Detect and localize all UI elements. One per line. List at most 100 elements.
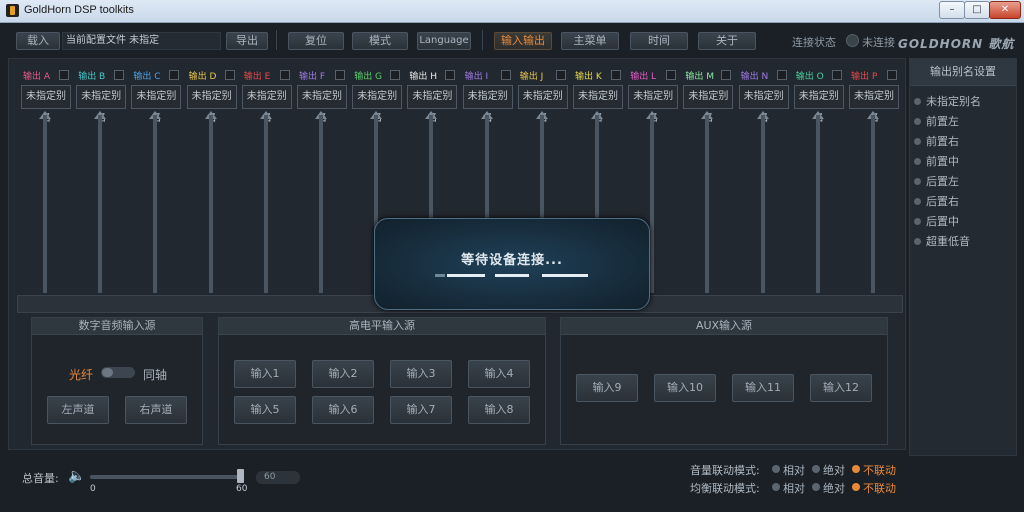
- maximize-button[interactable]: □: [964, 1, 990, 19]
- input-11-button[interactable]: 输入11: [732, 374, 794, 402]
- alias-option-rear-right[interactable]: 后置右: [914, 195, 959, 209]
- channel-checkbox[interactable]: [59, 70, 69, 80]
- alias-option-unassigned[interactable]: 未指定别名: [914, 95, 981, 109]
- input-10-button[interactable]: 输入10: [654, 374, 716, 402]
- channel-checkbox[interactable]: [114, 70, 125, 80]
- optical-coax-toggle[interactable]: [101, 367, 135, 378]
- channel-alias-field[interactable]: 未指定别名: [793, 85, 844, 124]
- tab-main-menu[interactable]: 主菜单: [561, 32, 619, 50]
- export-button[interactable]: 导出: [226, 32, 268, 50]
- channel-alias-field[interactable]: 未指定别名: [297, 85, 347, 124]
- channel-fader[interactable]: [319, 115, 323, 293]
- eq-link-none-radio[interactable]: 不联动: [852, 480, 896, 496]
- channel-alias-field[interactable]: 未指定别名: [517, 85, 568, 124]
- eq-link-relative-radio[interactable]: 相对: [772, 480, 805, 496]
- input-3-button[interactable]: 输入3: [390, 360, 452, 388]
- alias-option-rear-center[interactable]: 后置中: [914, 215, 959, 229]
- alias-option-subwoofer[interactable]: 超重低音: [914, 235, 970, 249]
- channel-label: 输出 F: [299, 72, 326, 82]
- master-volume-thumb[interactable]: [237, 469, 244, 483]
- channel-fader[interactable]: [705, 115, 710, 293]
- eq-link-absolute-radio[interactable]: 绝对: [812, 480, 845, 496]
- channel-alias-field[interactable]: 未指定别名: [462, 85, 513, 124]
- channel-alias-field[interactable]: 未指定别名: [186, 85, 237, 124]
- language-button[interactable]: Language: [417, 32, 471, 50]
- minimize-button[interactable]: –: [939, 1, 965, 19]
- aux-input-title: AUX输入源: [561, 318, 887, 335]
- alias-option-front-center[interactable]: 前置中: [914, 155, 959, 169]
- channel-checkbox[interactable]: [887, 70, 897, 80]
- input-1-button[interactable]: 输入1: [234, 360, 296, 388]
- channel-fader[interactable]: [650, 115, 655, 293]
- volume-max-label: 60: [236, 484, 248, 494]
- volume-link-absolute-radio[interactable]: 绝对: [812, 462, 845, 478]
- channel-alias-field[interactable]: 未指定别名: [352, 85, 403, 124]
- input-6-button[interactable]: 输入6: [312, 396, 374, 424]
- channel-checkbox[interactable]: [776, 70, 787, 80]
- right-channel-button[interactable]: 右声道: [125, 396, 187, 424]
- channel-alias-field[interactable]: 未指定别名: [76, 85, 127, 124]
- channel-alias-field[interactable]: 未指定别名: [573, 85, 623, 124]
- volume-link-none-radio[interactable]: 不联动: [852, 462, 896, 478]
- tab-io[interactable]: 输入输出: [494, 32, 552, 50]
- output-channel: 输出 C 未指定别名: [131, 67, 183, 293]
- channel-alias-field[interactable]: 未指定别名: [849, 85, 899, 124]
- tab-about[interactable]: 关于: [698, 32, 756, 50]
- channel-label: 输出 E: [243, 72, 271, 82]
- channel-checkbox[interactable]: [390, 70, 401, 80]
- channel-fader[interactable]: [760, 115, 765, 293]
- input-8-button[interactable]: 输入8: [468, 396, 530, 424]
- volume-value-field[interactable]: 60: [256, 471, 300, 484]
- channel-fader[interactable]: [153, 115, 158, 293]
- output-channel: 输出 N 未指定别名: [738, 67, 791, 293]
- progress-segment: [542, 274, 588, 277]
- input-9-button[interactable]: 输入9: [576, 374, 638, 402]
- channel-checkbox[interactable]: [666, 70, 677, 80]
- channel-fader[interactable]: [871, 115, 875, 293]
- toolbar-divider: [482, 30, 483, 50]
- channel-label: 输出 L: [630, 72, 657, 82]
- channel-checkbox[interactable]: [721, 70, 732, 80]
- tab-time[interactable]: 时间: [630, 32, 688, 50]
- channel-label: 输出 D: [188, 72, 217, 82]
- channel-fader[interactable]: [208, 115, 213, 293]
- channel-checkbox[interactable]: [611, 70, 621, 80]
- input-12-button[interactable]: 输入12: [810, 374, 872, 402]
- channel-checkbox[interactable]: [555, 70, 566, 80]
- close-button[interactable]: ✕: [989, 1, 1021, 19]
- channel-checkbox[interactable]: [279, 70, 290, 80]
- input-4-button[interactable]: 输入4: [468, 360, 530, 388]
- left-channel-button[interactable]: 左声道: [47, 396, 109, 424]
- channel-alias-field[interactable]: 未指定别名: [683, 85, 734, 124]
- channel-fader[interactable]: [263, 115, 268, 293]
- channel-checkbox[interactable]: [445, 70, 456, 80]
- channel-checkbox[interactable]: [500, 70, 511, 80]
- channel-fader[interactable]: [815, 115, 820, 293]
- channel-fader[interactable]: [43, 115, 47, 293]
- toolbar: 载入 当前配置文件 未指定 导出 复位 模式 Language 输入输出 主菜单…: [8, 27, 908, 54]
- alias-option-rear-left[interactable]: 后置左: [914, 175, 959, 189]
- alias-option-front-left[interactable]: 前置左: [914, 115, 959, 129]
- mode-button[interactable]: 模式: [352, 32, 408, 50]
- alias-option-front-right[interactable]: 前置右: [914, 135, 959, 149]
- volume-link-relative-radio[interactable]: 相对: [772, 462, 805, 478]
- channel-checkbox[interactable]: [169, 70, 180, 80]
- channel-alias-field[interactable]: 未指定别名: [407, 85, 458, 124]
- input-2-button[interactable]: 输入2: [312, 360, 374, 388]
- input-7-button[interactable]: 输入7: [390, 396, 452, 424]
- channel-alias-field[interactable]: 未指定别名: [241, 85, 292, 124]
- alias-sidebar-title: 输出别名设置: [910, 59, 1016, 86]
- channel-alias-field[interactable]: 未指定别名: [628, 85, 679, 124]
- channel-checkbox[interactable]: [335, 70, 345, 80]
- channel-checkbox[interactable]: [224, 70, 235, 80]
- channel-alias-field[interactable]: 未指定别名: [21, 85, 71, 124]
- reset-button[interactable]: 复位: [288, 32, 344, 50]
- channel-checkbox[interactable]: [831, 70, 842, 80]
- channel-fader[interactable]: [98, 115, 103, 293]
- channel-label: 输出 N: [740, 72, 769, 82]
- input-5-button[interactable]: 输入5: [234, 396, 296, 424]
- channel-alias-field[interactable]: 未指定别名: [738, 85, 789, 124]
- channel-alias-field[interactable]: 未指定别名: [131, 85, 182, 124]
- master-volume-slider[interactable]: [90, 475, 242, 479]
- load-button[interactable]: 载入: [16, 32, 60, 50]
